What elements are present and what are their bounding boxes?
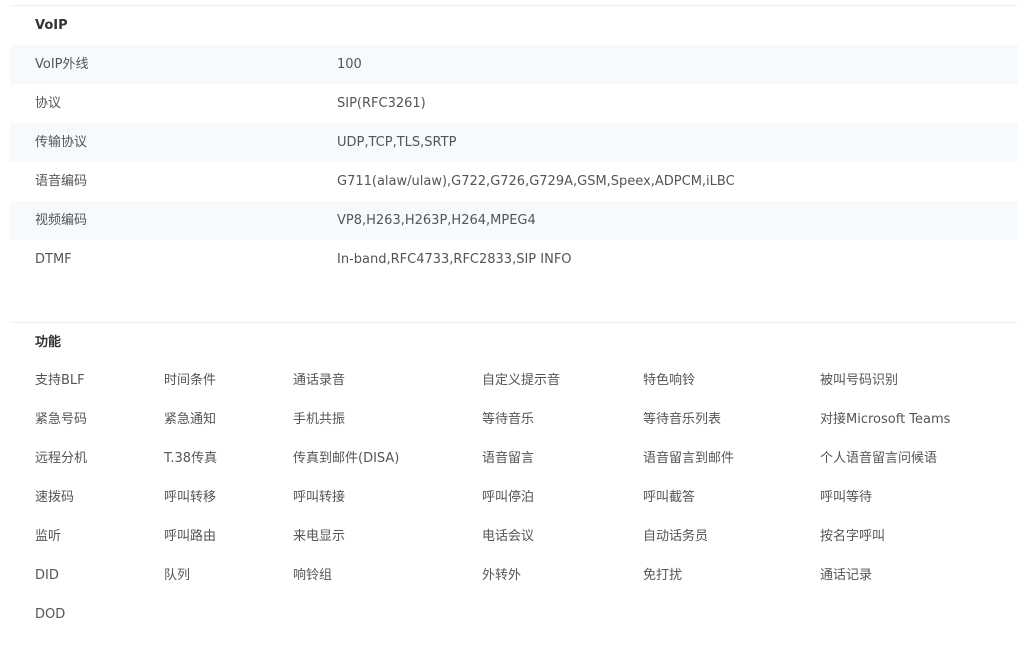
spec-key: 协议 — [35, 96, 62, 111]
feature-item: DOD — [35, 607, 66, 622]
feature-item: 语音留言到邮件 — [643, 451, 735, 466]
spec-value: 100 — [337, 57, 362, 72]
spec-row: 语音编码 G711(alaw/ulaw),G722,G726,G729A,GSM… — [10, 162, 1018, 201]
features-grid: 支持BLF 时间条件 通话录音 自定义提示音 特色响铃 被叫号码识别 紧急号码 … — [10, 361, 1018, 634]
feature-item: 监听 — [35, 529, 62, 544]
feature-row: DID 队列 响铃组 外转外 免打扰 通话记录 — [10, 556, 1018, 595]
feature-item: 呼叫转移 — [164, 490, 217, 505]
feature-row: 紧急号码 紧急通知 手机共振 等待音乐 等待音乐列表 对接Microsoft T… — [10, 400, 1018, 439]
feature-row: 监听 呼叫路由 来电显示 电话会议 自动话务员 按名字呼叫 — [10, 517, 1018, 556]
feature-item: 通话录音 — [293, 373, 346, 388]
feature-item: 等待音乐 — [482, 412, 535, 427]
feature-item: 等待音乐列表 — [643, 412, 722, 427]
feature-item: 呼叫停泊 — [482, 490, 535, 505]
feature-item: 自动话务员 — [643, 529, 709, 544]
spec-value: In-band,RFC4733,RFC2833,SIP INFO — [337, 252, 572, 267]
feature-item: 呼叫等待 — [820, 490, 873, 505]
spec-row: DTMF In-band,RFC4733,RFC2833,SIP INFO — [10, 240, 1018, 279]
feature-item: 手机共振 — [293, 412, 346, 427]
feature-item: 呼叫转接 — [293, 490, 346, 505]
spec-row: 视频编码 VP8,H263,H263P,H264,MPEG4 — [10, 201, 1018, 240]
feature-item: 紧急号码 — [35, 412, 88, 427]
feature-item: 语音留言 — [482, 451, 535, 466]
features-section-title: 功能 — [35, 335, 62, 350]
voip-spec-table: VoIP外线 100 协议 SIP(RFC3261) 传输协议 UDP,TCP,… — [10, 45, 1018, 279]
feature-item: 通话记录 — [820, 568, 873, 583]
feature-item: 自定义提示音 — [482, 373, 561, 388]
feature-item: 按名字呼叫 — [820, 529, 886, 544]
spec-value: SIP(RFC3261) — [337, 96, 426, 111]
spec-row: 传输协议 UDP,TCP,TLS,SRTP — [10, 123, 1018, 162]
spec-key: 视频编码 — [35, 213, 88, 228]
top-divider — [10, 5, 1018, 6]
spec-key: DTMF — [35, 252, 72, 267]
feature-row: 支持BLF 时间条件 通话录音 自定义提示音 特色响铃 被叫号码识别 — [10, 361, 1018, 400]
feature-item: 个人语音留言问候语 — [820, 451, 938, 466]
feature-item: 远程分机 — [35, 451, 88, 466]
spec-value: VP8,H263,H263P,H264,MPEG4 — [337, 213, 536, 228]
feature-item: 传真到邮件(DISA) — [293, 451, 400, 466]
spec-key: VoIP外线 — [35, 57, 89, 72]
feature-item: 支持BLF — [35, 373, 85, 388]
spec-value: UDP,TCP,TLS,SRTP — [337, 135, 457, 150]
spec-value: G711(alaw/ulaw),G722,G726,G729A,GSM,Spee… — [337, 174, 735, 189]
feature-item: 呼叫截答 — [643, 490, 696, 505]
voip-section-title: VoIP — [35, 18, 68, 33]
feature-row: 速拨码 呼叫转移 呼叫转接 呼叫停泊 呼叫截答 呼叫等待 — [10, 478, 1018, 517]
spec-key: 传输协议 — [35, 135, 88, 150]
section-divider — [10, 322, 1018, 323]
feature-row: DOD — [10, 595, 1018, 634]
feature-item: 速拨码 — [35, 490, 75, 505]
feature-item: 特色响铃 — [643, 373, 696, 388]
feature-row: 远程分机 T.38传真 传真到邮件(DISA) 语音留言 语音留言到邮件 个人语… — [10, 439, 1018, 478]
feature-item: T.38传真 — [164, 451, 218, 466]
feature-item: 来电显示 — [293, 529, 346, 544]
feature-item: 紧急通知 — [164, 412, 217, 427]
feature-item: DID — [35, 568, 59, 583]
feature-item: 对接Microsoft Teams — [820, 412, 951, 427]
feature-item: 呼叫路由 — [164, 529, 217, 544]
feature-item: 响铃组 — [293, 568, 333, 583]
spec-row: 协议 SIP(RFC3261) — [10, 84, 1018, 123]
feature-item: 免打扰 — [643, 568, 683, 583]
feature-item: 队列 — [164, 568, 191, 583]
spec-row: VoIP外线 100 — [10, 45, 1018, 84]
feature-item: 外转外 — [482, 568, 522, 583]
spec-key: 语音编码 — [35, 174, 88, 189]
feature-item: 时间条件 — [164, 373, 217, 388]
feature-item: 被叫号码识别 — [820, 373, 899, 388]
feature-item: 电话会议 — [482, 529, 535, 544]
